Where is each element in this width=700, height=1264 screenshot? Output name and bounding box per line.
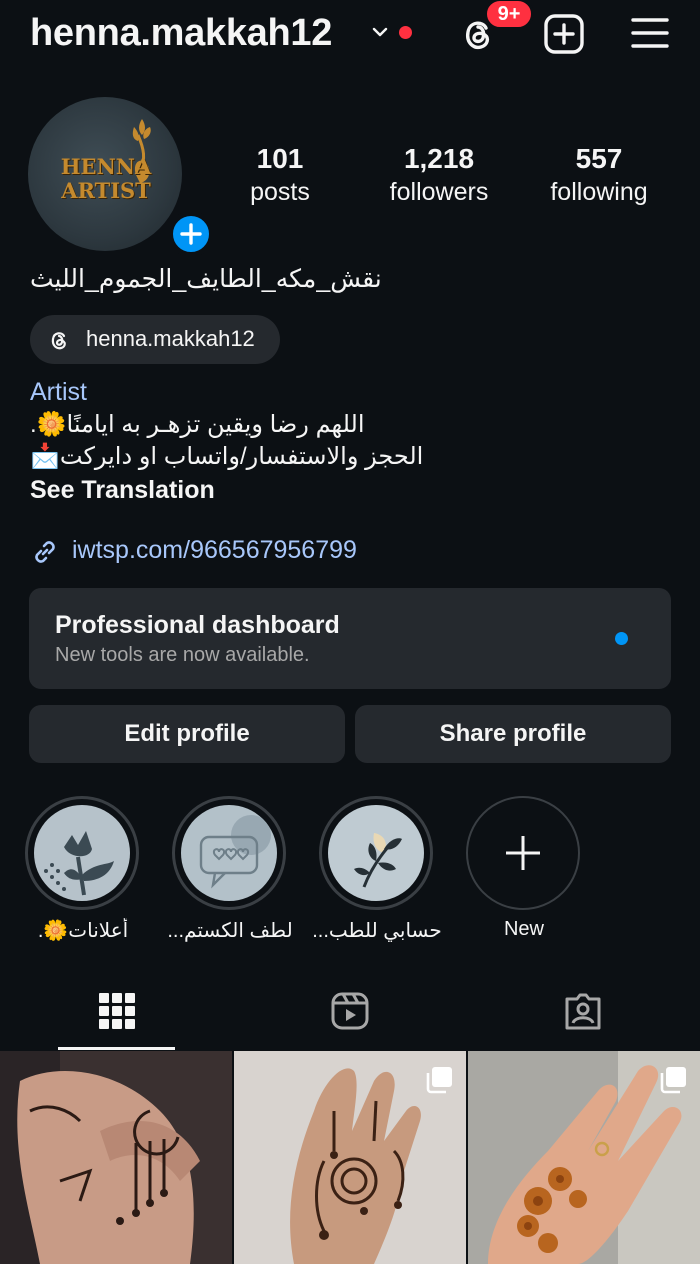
- username-switcher[interactable]: henna.makkah12: [30, 12, 332, 55]
- bio-link-text[interactable]: iwtsp.com/966567956799: [72, 536, 357, 565]
- tab-tagged[interactable]: [466, 975, 699, 1051]
- tab-reels[interactable]: [233, 975, 466, 1051]
- add-story-button[interactable]: [168, 211, 214, 257]
- dashboard-subtitle: New tools are now available.: [55, 644, 310, 666]
- new-highlight-ring[interactable]: [466, 796, 580, 910]
- threads-handle: henna.makkah12: [86, 326, 255, 351]
- tab-posts-grid[interactable]: [0, 975, 233, 1051]
- see-translation-link[interactable]: See Translation: [30, 476, 215, 505]
- following-count: 557: [575, 143, 623, 174]
- highlight-cover: [181, 805, 277, 901]
- avatar[interactable]: HENNA ARTIST: [28, 97, 182, 251]
- highlight-cover: [328, 805, 424, 901]
- profile-category[interactable]: Artist: [30, 378, 87, 407]
- avatar-logo-text: HENNA ARTIST: [60, 154, 152, 203]
- following-stat[interactable]: 557 following: [538, 142, 660, 208]
- followers-label: followers: [389, 178, 489, 206]
- professional-dashboard-card[interactable]: Professional dashboard New tools are now…: [29, 588, 671, 689]
- highlight-item[interactable]: حسابي للطب...: [312, 796, 442, 943]
- highlight-item[interactable]: أعلانات🌼.: [25, 796, 141, 943]
- highlight-ring[interactable]: [25, 796, 139, 910]
- edit-profile-button[interactable]: Edit profile: [29, 705, 345, 763]
- grid-icon: [99, 993, 135, 1029]
- followers-count: 1,218: [403, 143, 475, 174]
- profile-avatar[interactable]: HENNA ARTIST: [28, 97, 214, 257]
- leaf-branch-icon: [354, 833, 402, 888]
- highlight-ring[interactable]: [319, 796, 433, 910]
- bio-line-1: اللهم رضا ويقين تزهـر به ايامنًا🌼.: [30, 411, 365, 438]
- highlight-label: أعلانات🌼.: [37, 920, 129, 942]
- hamburger-menu-icon[interactable]: [630, 14, 670, 54]
- plus-square-icon[interactable]: [542, 12, 586, 56]
- grid-post[interactable]: [234, 1051, 466, 1264]
- grid-post[interactable]: [0, 1051, 232, 1264]
- posts-grid: [0, 1051, 700, 1264]
- dashboard-title: Professional dashboard: [55, 611, 340, 639]
- threads-icon: [51, 332, 66, 350]
- highlight-label: لطف الكستم...: [167, 920, 293, 942]
- tulip-icon: [44, 831, 114, 896]
- highlight-ring[interactable]: [172, 796, 286, 910]
- grid-post[interactable]: [468, 1051, 700, 1264]
- tagged-user-icon: [565, 993, 601, 1030]
- share-profile-button[interactable]: Share profile: [355, 705, 671, 763]
- hearts-chat-icon: [199, 815, 271, 889]
- plus-icon: [506, 836, 540, 870]
- multiple-photos-icon: [660, 1067, 686, 1094]
- posts-label: posts: [250, 178, 310, 206]
- highlight-label: New: [503, 918, 544, 940]
- profile-tabs: [0, 975, 700, 1051]
- posts-count: 101: [256, 143, 304, 174]
- highlight-item[interactable]: لطف الكستم...: [167, 796, 293, 943]
- following-label: following: [550, 178, 648, 206]
- multiple-photos-icon: [426, 1067, 452, 1094]
- unread-dot: [399, 26, 412, 39]
- profile-full-name: نقش_مكه_الطايف_الجموم_الليث: [30, 265, 382, 293]
- followers-stat[interactable]: 1,218 followers: [374, 142, 504, 208]
- reels-icon: [331, 992, 369, 1030]
- posts-stat[interactable]: 101 posts: [232, 142, 328, 208]
- chevron-down-icon[interactable]: [370, 22, 390, 42]
- post-thumbnail: [0, 1051, 232, 1264]
- plus-icon: [180, 223, 202, 245]
- bio-line-2: الحجز والاستفسار/واتساب او دايركت📩: [30, 443, 424, 470]
- link-icon: [35, 541, 55, 563]
- active-tab-indicator: [58, 1047, 175, 1050]
- highlight-label: حسابي للطب...: [312, 920, 442, 942]
- notification-badge[interactable]: 9+: [484, 0, 534, 30]
- dashboard-new-dot: [615, 632, 628, 645]
- top-bar: henna.makkah12 9+: [0, 0, 700, 70]
- new-highlight-button[interactable]: New: [466, 796, 582, 941]
- threads-profile-chip[interactable]: henna.makkah12: [30, 315, 280, 364]
- highlight-cover: [34, 805, 130, 901]
